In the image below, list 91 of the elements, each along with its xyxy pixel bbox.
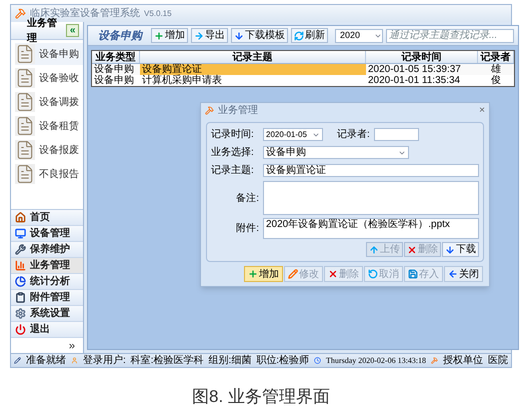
more-button[interactable]: » [68, 340, 75, 352]
table-row[interactable]: 设备申购 设备购置论证 2020-01-05 15:39:37 雄 [92, 64, 514, 75]
status-text: 准备就绪 [26, 354, 66, 368]
status-text: 医院 [488, 354, 508, 368]
recorder-field[interactable] [374, 128, 419, 141]
plus-icon [154, 30, 164, 40]
clipboard-icon [15, 292, 26, 303]
version-label: V5.0.15 [144, 8, 172, 20]
app-logo-icon [15, 8, 26, 19]
status-text: 科室:检验医学科 [130, 354, 204, 368]
toolbar-button[interactable]: 下载模板 [231, 28, 288, 43]
note-field[interactable] [263, 181, 479, 215]
figure-caption: 图8. 业务管理界面 [192, 386, 330, 408]
collapse-button[interactable]: « [66, 24, 79, 37]
document-icon [15, 116, 35, 136]
column-header[interactable]: 记录时间 [366, 51, 478, 63]
field-label: 备注: [235, 192, 259, 206]
table-row[interactable]: 设备申购 计算机采购申请表 2020-01-01 11:35:34 俊 [92, 75, 514, 86]
sidebar-header: 业务管理 [27, 18, 58, 46]
document-icon [15, 44, 35, 64]
status-text: Thursday 2020-02-06 13:43:18 [326, 354, 426, 366]
document-icon [15, 68, 35, 88]
status-text: 登录用户: [82, 354, 126, 368]
status-text: 授权单位 [443, 354, 483, 368]
document-icon [15, 140, 35, 160]
nav-item[interactable]: 首页 [11, 210, 83, 226]
year-select[interactable]: 2020 [335, 28, 383, 42]
nav-item[interactable]: 退出 [11, 322, 83, 338]
column-header[interactable]: 记录者 [478, 51, 514, 63]
field-label: 记录主题: [211, 164, 255, 178]
sidebar-item[interactable]: 设备验收 [15, 67, 83, 89]
arrow-up-icon [369, 244, 379, 254]
sidebar-item[interactable]: 设备报废 [15, 139, 83, 161]
cross-icon [407, 244, 417, 254]
nav-item[interactable]: 业务管理 [11, 258, 83, 274]
user-icon [70, 356, 78, 365]
power-icon [15, 324, 26, 335]
dialog-button[interactable]: 关闭 [444, 266, 483, 282]
arrow-down-icon [445, 244, 455, 254]
pen-icon [14, 356, 21, 365]
nav-item[interactable]: 附件管理 [11, 290, 83, 306]
dialog-button[interactable]: 增加 [244, 266, 283, 282]
close-button[interactable]: × [479, 106, 485, 116]
column-header[interactable]: 记录主题 [140, 51, 366, 63]
toolbar-button[interactable]: 刷新 [291, 28, 328, 43]
bar-chart-icon [15, 260, 26, 271]
house-icon [15, 212, 26, 223]
attachment-field[interactable]: 2020年设备购置论证（检验医学科）.pptx [263, 218, 479, 239]
arrow-left-icon [448, 269, 458, 279]
pie-chart-icon [15, 276, 26, 287]
wrench-icon [15, 244, 26, 255]
clock-icon [314, 356, 322, 365]
arrow-right-icon [194, 30, 204, 40]
nav-item[interactable]: 系统设置 [11, 306, 83, 322]
field-label: 附件: [235, 222, 259, 236]
status-text: 组别:细菌 [208, 354, 252, 368]
status-text: 职位:检验师 [256, 354, 310, 368]
dialog-title: 业务管理 [218, 104, 258, 118]
monitor-icon [15, 228, 26, 239]
floppy-icon [408, 269, 418, 279]
file-button[interactable]: 下载 [442, 242, 479, 257]
sidebar-item[interactable]: 不良报告 [15, 163, 83, 185]
sidebar-item[interactable]: 设备申购 [15, 43, 83, 65]
toolbar-button[interactable]: 增加 [151, 28, 188, 43]
column-header[interactable]: 业务类型 [92, 51, 140, 63]
cross-icon [328, 269, 338, 279]
pencil-icon [288, 269, 298, 279]
field-label: 记录时间: [211, 128, 255, 142]
subject-field[interactable]: 设备购置论证 [263, 164, 479, 177]
document-icon [15, 92, 35, 112]
date-field[interactable]: 2020-01-05 [263, 128, 323, 141]
nav-item[interactable]: 保养维护 [11, 242, 83, 258]
refresh-icon [294, 30, 304, 40]
dialog-logo-icon [205, 106, 214, 115]
nav-item[interactable]: 设备管理 [11, 226, 83, 242]
toolbar-button[interactable]: 导出 [191, 28, 228, 43]
window-title: 临床实验室设备管理系统 [30, 6, 140, 19]
undo-icon [368, 269, 378, 279]
arrow-down-icon [234, 30, 244, 40]
hammer-icon [431, 356, 438, 365]
plus-icon [248, 269, 258, 279]
field-label: 记录者: [337, 128, 370, 142]
search-field[interactable]: 通过记录主题查找记录... [386, 28, 514, 42]
field-label: 业务选择: [211, 146, 255, 160]
business-select[interactable]: 设备申购 [263, 146, 409, 159]
section-title: 设备申购 [97, 28, 144, 42]
document-icon [15, 164, 35, 184]
sidebar-item[interactable]: 设备租赁 [15, 115, 83, 137]
gear-icon [15, 308, 26, 319]
nav-item[interactable]: 统计分析 [11, 274, 83, 290]
sidebar-item[interactable]: 设备调拨 [15, 91, 83, 113]
